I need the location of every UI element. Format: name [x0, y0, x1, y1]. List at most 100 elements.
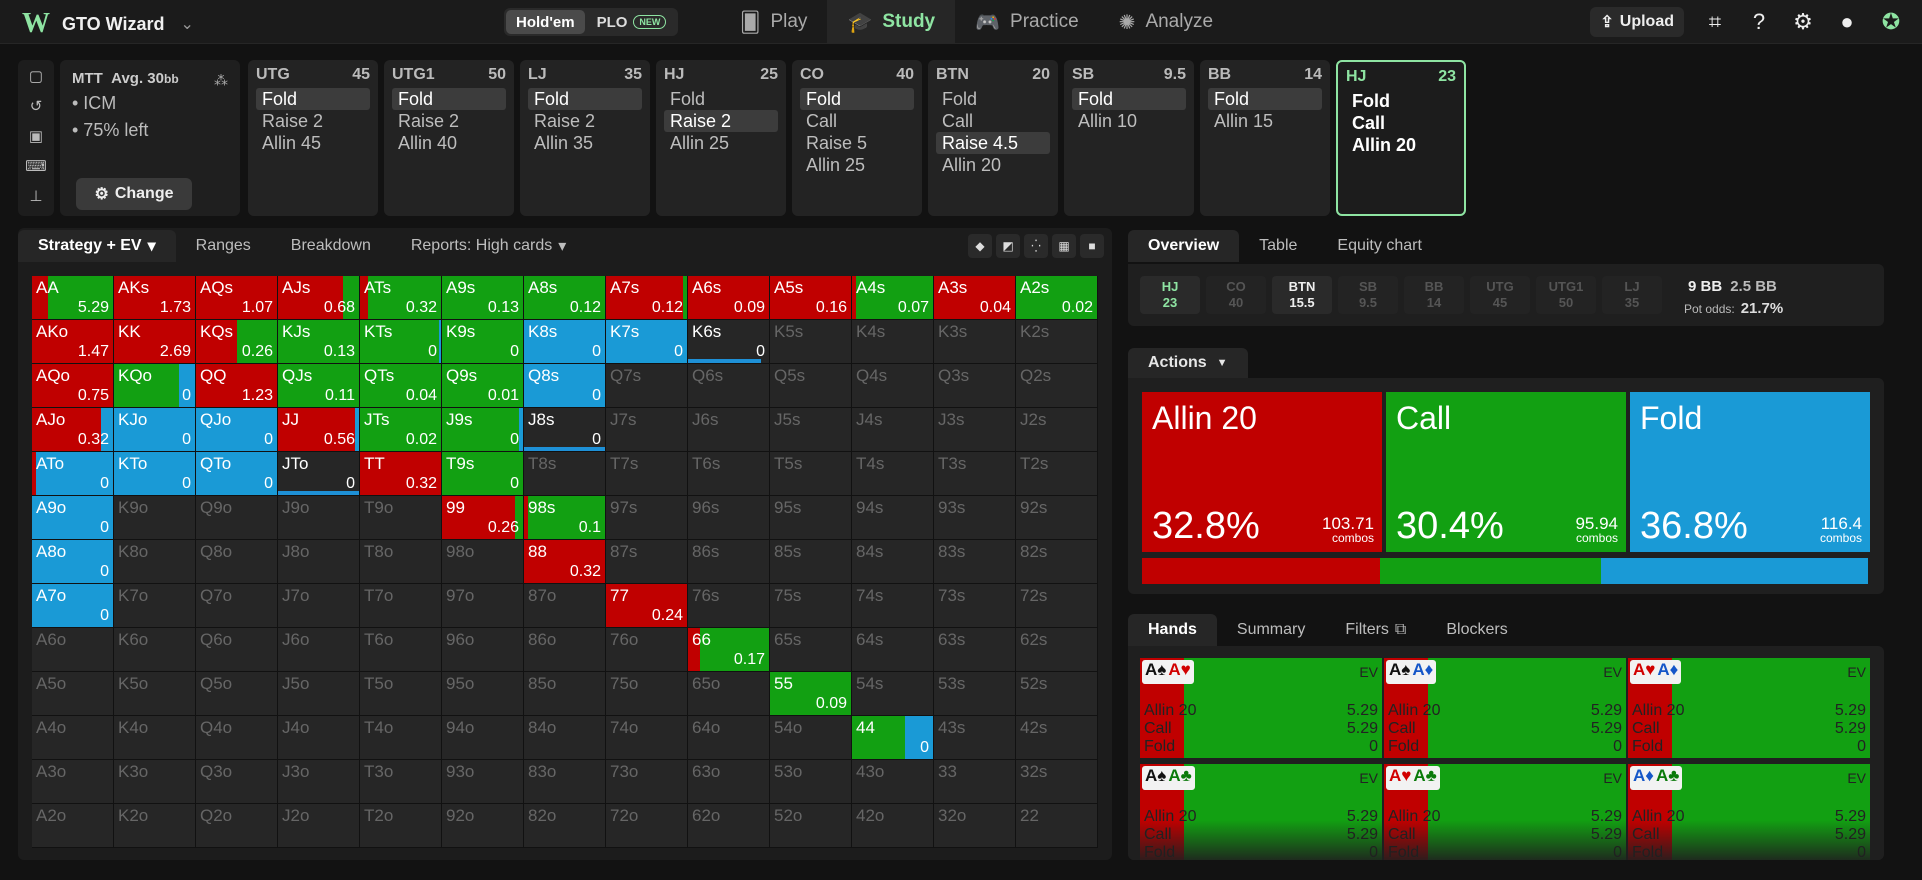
change-button[interactable]: ⚙ Change: [76, 178, 192, 210]
nav-play[interactable]: 🂠 Play: [720, 0, 827, 44]
action-option-raise-5[interactable]: Raise 5: [800, 132, 914, 154]
tab-equity-chart[interactable]: Equity chart: [1317, 230, 1441, 262]
hand-cell-93s[interactable]: 93s: [934, 496, 1016, 540]
hand-cell-t4s[interactable]: T4s: [852, 452, 934, 496]
hand-cell-q4s[interactable]: Q4s: [852, 364, 934, 408]
hand-cell-tt[interactable]: 0.32 TT: [360, 452, 442, 496]
hand-cell-kjo[interactable]: 0 KJo: [114, 408, 196, 452]
full-view-icon[interactable]: ■: [1080, 234, 1104, 258]
hand-cell-qjs[interactable]: 0.11 QJs: [278, 364, 360, 408]
hand-cell-j6s[interactable]: J6s: [688, 408, 770, 452]
position-card-bb[interactable]: BB 14 Fold Allin 15: [1200, 60, 1330, 216]
hand-cell-t2s[interactable]: T2s: [1016, 452, 1098, 496]
hand-cell-96o[interactable]: 96o: [442, 628, 524, 672]
hand-cell-t2o[interactable]: T2o: [360, 804, 442, 848]
hand-cell-a9o[interactable]: 0 A9o: [32, 496, 114, 540]
hand-cell-k7o[interactable]: K7o: [114, 584, 196, 628]
hand-cell-a6o[interactable]: A6o: [32, 628, 114, 672]
hand-cell-93o[interactable]: 93o: [442, 760, 524, 804]
action-option-allin-15[interactable]: Allin 15: [1208, 110, 1322, 132]
action-card-allin-20[interactable]: Allin 20 32.8% 103.71 combos: [1142, 392, 1382, 552]
hand-cell-aqs[interactable]: 1.07 AQs: [196, 276, 278, 320]
action-option-raise-2[interactable]: Raise 2: [392, 110, 506, 132]
hand-cell-86s[interactable]: 86s: [688, 540, 770, 584]
action-option-fold[interactable]: Fold: [1208, 88, 1322, 110]
action-option-call[interactable]: Call: [936, 110, 1050, 132]
hand-cell-j8o[interactable]: J8o: [278, 540, 360, 584]
hand-cell-j7o[interactable]: J7o: [278, 584, 360, 628]
hand-cell-76s[interactable]: 76s: [688, 584, 770, 628]
actions-dropdown[interactable]: Actions ▼: [1128, 348, 1248, 378]
hand-cell-63o[interactable]: 63o: [688, 760, 770, 804]
hand-cell-qjo[interactable]: 0 QJo: [196, 408, 278, 452]
hand-cell-kto[interactable]: 0 KTo: [114, 452, 196, 496]
hand-cell-82s[interactable]: 82s: [1016, 540, 1098, 584]
hand-cell-t5s[interactable]: T5s: [770, 452, 852, 496]
action-option-call[interactable]: Call: [1346, 112, 1456, 134]
action-option-allin-40[interactable]: Allin 40: [392, 132, 506, 154]
hand-cell-kqo[interactable]: 0 KQo: [114, 364, 196, 408]
hand-cell-q8o[interactable]: Q8o: [196, 540, 278, 584]
hand-cell-ajo[interactable]: 0.32 AJo: [32, 408, 114, 452]
hand-cell-84s[interactable]: 84s: [852, 540, 934, 584]
seat-bb[interactable]: BB 14: [1404, 276, 1464, 314]
action-card-fold[interactable]: Fold 36.8% 116.4 combos: [1630, 392, 1870, 552]
hand-cell-22[interactable]: 22: [1016, 804, 1098, 848]
hand-cell-t3o[interactable]: T3o: [360, 760, 442, 804]
hand-cell-q5s[interactable]: Q5s: [770, 364, 852, 408]
hand-cell-a8o[interactable]: 0 A8o: [32, 540, 114, 584]
hand-cell-q8s[interactable]: 0 Q8s: [524, 364, 606, 408]
hand-cell-t7s[interactable]: T7s: [606, 452, 688, 496]
hand-cell-85o[interactable]: 85o: [524, 672, 606, 716]
hand-cell-a4s[interactable]: 0.07 A4s: [852, 276, 934, 320]
nav-practice[interactable]: 🎮 Practice: [955, 0, 1099, 44]
hand-cell-43s[interactable]: 43s: [934, 716, 1016, 760]
hand-cell-88[interactable]: 0.32 88: [524, 540, 606, 584]
tab-summary[interactable]: Summary: [1217, 614, 1325, 646]
tab-table[interactable]: Table: [1239, 230, 1317, 262]
action-option-raise-2[interactable]: Raise 2: [664, 110, 778, 132]
hand-cell-t6o[interactable]: T6o: [360, 628, 442, 672]
hand-cell-77[interactable]: 0.24 77: [606, 584, 688, 628]
hand-cell-98s[interactable]: 0.1 98s: [524, 496, 606, 540]
tab-strategy-ev[interactable]: Strategy + EV ▾: [18, 230, 176, 262]
wizard-avatar-icon[interactable]: ✪: [1878, 9, 1904, 35]
seat-hj[interactable]: HJ 23: [1140, 276, 1200, 314]
hand-cell-jj[interactable]: 0.56 JJ: [278, 408, 360, 452]
hand-cell-95s[interactable]: 95s: [770, 496, 852, 540]
hand-cell-a4o[interactable]: A4o: [32, 716, 114, 760]
action-option-fold[interactable]: Fold: [528, 88, 642, 110]
hand-cell-75s[interactable]: 75s: [770, 584, 852, 628]
hand-cell-k4s[interactable]: K4s: [852, 320, 934, 364]
hand-cell-62o[interactable]: 62o: [688, 804, 770, 848]
action-option-raise-2[interactable]: Raise 2: [528, 110, 642, 132]
hand-cell-t6s[interactable]: T6s: [688, 452, 770, 496]
hand-cell-98o[interactable]: 98o: [442, 540, 524, 584]
hand-cell-63s[interactable]: 63s: [934, 628, 1016, 672]
hand-cell-a8s[interactable]: 0.12 A8s: [524, 276, 606, 320]
seat-btn[interactable]: BTN 15.5: [1272, 276, 1332, 314]
hand-cell-j2o[interactable]: J2o: [278, 804, 360, 848]
hand-cell-82o[interactable]: 82o: [524, 804, 606, 848]
gamepad-icon[interactable]: ⌨: [25, 156, 47, 176]
hand-cell-j5s[interactable]: J5s: [770, 408, 852, 452]
hand-cell-q7o[interactable]: Q7o: [196, 584, 278, 628]
hand-cell-k4o[interactable]: K4o: [114, 716, 196, 760]
hand-cell-87o[interactable]: 87o: [524, 584, 606, 628]
hand-cell-aks[interactable]: 1.73 AKs: [114, 276, 196, 320]
hand-cell-q3s[interactable]: Q3s: [934, 364, 1016, 408]
hand-cell-q3o[interactable]: Q3o: [196, 760, 278, 804]
screenshot-icon[interactable]: ⌗: [1702, 9, 1728, 35]
action-option-fold[interactable]: Fold: [256, 88, 370, 110]
tab-breakdown[interactable]: Breakdown: [271, 230, 391, 262]
hand-cell-a3s[interactable]: 0.04 A3s: [934, 276, 1016, 320]
hand-cell-92o[interactable]: 92o: [442, 804, 524, 848]
holdem-option[interactable]: Hold'em: [506, 10, 585, 34]
hand-cell-a2o[interactable]: A2o: [32, 804, 114, 848]
hand-cell-k3s[interactable]: K3s: [934, 320, 1016, 364]
tab-ranges[interactable]: Ranges: [176, 230, 271, 262]
position-card-hj[interactable]: HJ 25 Fold Raise 2 Allin 25: [656, 60, 786, 216]
hand-cell-55[interactable]: 0.09 55: [770, 672, 852, 716]
seat-sb[interactable]: SB 9.5: [1338, 276, 1398, 314]
hand-cell-64o[interactable]: 64o: [688, 716, 770, 760]
